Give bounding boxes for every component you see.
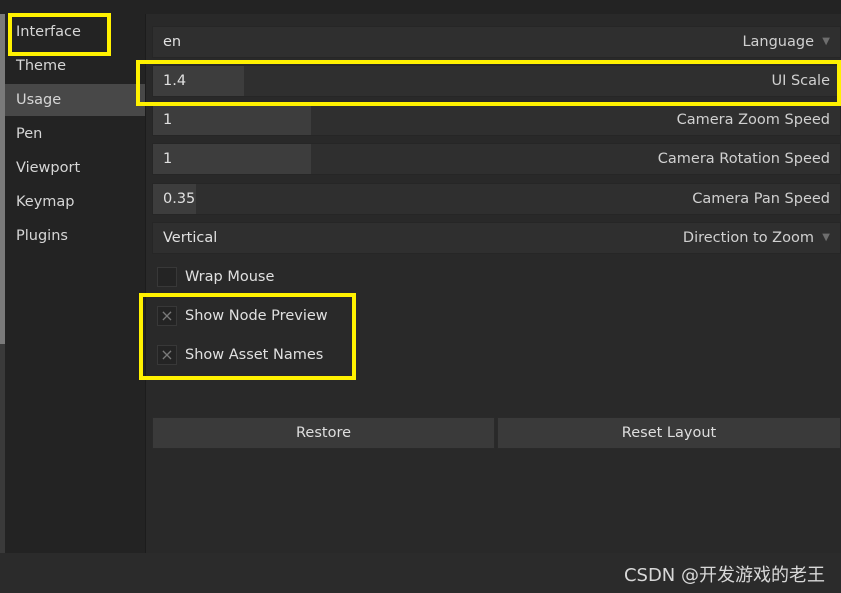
sidebar-item-label: Interface [16, 24, 81, 40]
camera-zoom-speed-label: Camera Zoom Speed [676, 112, 830, 128]
camera-zoom-speed-value: 1 [163, 112, 173, 128]
sidebar-item-label: Pen [16, 126, 43, 142]
checkbox-box[interactable] [157, 267, 177, 287]
direction-to-zoom-dropdown[interactable]: Vertical Direction to Zoom ▼ [152, 222, 841, 254]
sidebar-item-label: Viewport [16, 160, 81, 176]
camera-zoom-speed-fill [153, 105, 311, 135]
sidebar-item-label: Plugins [16, 228, 68, 244]
sidebar-item-viewport[interactable]: Viewport [5, 152, 145, 184]
camera-pan-speed-slider[interactable]: 0.35 Camera Pan Speed [152, 183, 841, 215]
sidebar-item-plugins[interactable]: Plugins [5, 220, 145, 252]
language-label: Language [742, 34, 814, 50]
camera-rotation-speed-value: 1 [163, 151, 173, 167]
preferences-window: Interface Theme Usage Pen Viewport Keyma… [0, 0, 841, 593]
camera-rotation-speed-slider[interactable]: 1 Camera Rotation Speed [152, 143, 841, 175]
restore-button[interactable]: Restore [152, 417, 495, 449]
sidebar-item-pen[interactable]: Pen [5, 118, 145, 150]
camera-zoom-speed-slider[interactable]: 1 Camera Zoom Speed [152, 104, 841, 136]
show-node-preview-label: Show Node Preview [185, 308, 328, 324]
watermark-text: CSDN @开发游戏的老王 [623, 565, 825, 586]
camera-pan-speed-label: Camera Pan Speed [692, 191, 830, 207]
sidebar-item-label: Keymap [16, 194, 75, 210]
ui-scale-slider[interactable]: 1.4 UI Scale [152, 65, 841, 97]
camera-rotation-speed-fill [153, 144, 311, 174]
ui-scale-value: 1.4 [163, 73, 187, 89]
top-bar [0, 0, 841, 14]
sidebar-item-theme[interactable]: Theme [5, 50, 145, 82]
sidebar-item-keymap[interactable]: Keymap [5, 186, 145, 218]
language-dropdown[interactable]: en Language ▼ [152, 26, 841, 58]
language-value: en [163, 34, 182, 50]
checkbox-box[interactable]: × [157, 345, 177, 365]
checkbox-box[interactable]: × [157, 306, 177, 326]
direction-to-zoom-label: Direction to Zoom [682, 230, 814, 246]
chevron-down-icon: ▼ [822, 232, 830, 243]
sidebar: Interface Theme Usage Pen Viewport Keyma… [5, 14, 146, 553]
sidebar-item-label: Theme [16, 58, 67, 74]
direction-to-zoom-value: Vertical [163, 230, 218, 246]
show-asset-names-label: Show Asset Names [185, 347, 324, 363]
x-check-icon: × [160, 345, 174, 364]
reset-layout-button[interactable]: Reset Layout [497, 417, 841, 449]
wrap-mouse-label: Wrap Mouse [185, 269, 275, 285]
sidebar-item-label: Usage [16, 92, 62, 108]
sidebar-item-interface[interactable]: Interface [5, 16, 145, 48]
camera-pan-speed-value: 0.35 [163, 191, 196, 207]
ui-scale-label: UI Scale [771, 73, 830, 89]
sidebar-item-usage[interactable]: Usage [5, 84, 145, 116]
chevron-down-icon: ▼ [822, 36, 830, 47]
x-check-icon: × [160, 306, 174, 325]
camera-rotation-speed-label: Camera Rotation Speed [657, 151, 830, 167]
